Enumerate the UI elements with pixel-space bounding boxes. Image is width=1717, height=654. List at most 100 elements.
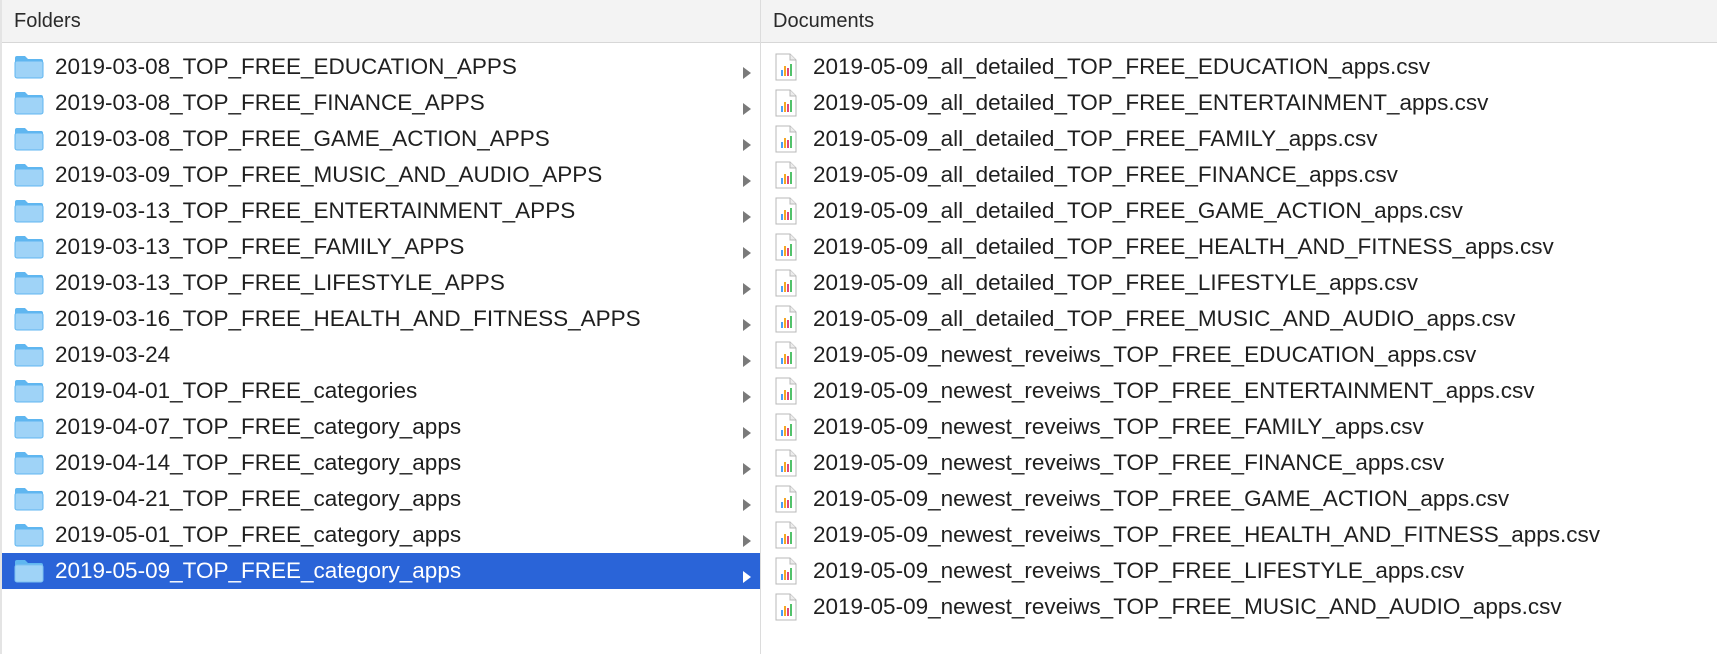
document-label: 2019-05-09_newest_reveiws_TOP_FREE_GAME_… [813, 486, 1510, 511]
csv-document-icon [775, 53, 797, 81]
document-row[interactable]: 2019-05-09_newest_reveiws_TOP_FREE_MUSIC… [761, 589, 1717, 625]
folder-icon [14, 199, 44, 223]
folder-label: 2019-03-08_TOP_FREE_FINANCE_APPS [55, 90, 485, 115]
document-row[interactable]: 2019-05-09_all_detailed_TOP_FREE_GAME_AC… [761, 193, 1717, 229]
folder-row[interactable]: 2019-04-14_TOP_FREE_category_apps [2, 445, 760, 481]
folder-row[interactable]: 2019-03-08_TOP_FREE_GAME_ACTION_APPS [2, 121, 760, 157]
csv-document-icon [775, 305, 797, 333]
csv-document-icon [775, 125, 797, 153]
folder-label: 2019-03-13_TOP_FREE_ENTERTAINMENT_APPS [55, 198, 576, 223]
folder-row[interactable]: 2019-03-24 [2, 337, 760, 373]
chevron-right-icon [742, 240, 752, 259]
chevron-right-icon [742, 456, 752, 475]
chevron-right-icon [742, 168, 752, 187]
document-label: 2019-05-09_all_detailed_TOP_FREE_MUSIC_A… [813, 306, 1516, 331]
document-row[interactable]: 2019-05-09_newest_reveiws_TOP_FREE_HEALT… [761, 517, 1717, 553]
chevron-right-icon [742, 348, 752, 367]
folder-label: 2019-03-08_TOP_FREE_GAME_ACTION_APPS [55, 126, 550, 151]
document-label: 2019-05-09_all_detailed_TOP_FREE_FAMILY_… [813, 126, 1378, 151]
folder-row[interactable]: 2019-03-13_TOP_FREE_LIFESTYLE_APPS [2, 265, 760, 301]
file-browser-window: Folders 2019-03-08_TOP_FREE_EDUCATION_AP… [0, 0, 1717, 654]
folder-row[interactable]: 2019-03-13_TOP_FREE_FAMILY_APPS [2, 229, 760, 265]
column-panes: Folders 2019-03-08_TOP_FREE_EDUCATION_AP… [0, 0, 1717, 654]
folder-icon [14, 271, 44, 295]
folder-row[interactable]: 2019-03-09_TOP_FREE_MUSIC_AND_AUDIO_APPS [2, 157, 760, 193]
document-row[interactable]: 2019-05-09_newest_reveiws_TOP_FREE_FINAN… [761, 445, 1717, 481]
folder-label: 2019-03-16_TOP_FREE_HEALTH_AND_FITNESS_A… [55, 306, 641, 331]
chevron-right-icon [742, 528, 752, 547]
folder-row[interactable]: 2019-03-08_TOP_FREE_FINANCE_APPS [2, 85, 760, 121]
csv-document-icon [775, 161, 797, 189]
csv-document-icon [775, 413, 797, 441]
folder-label: 2019-04-14_TOP_FREE_category_apps [55, 450, 462, 475]
folder-icon [14, 235, 44, 259]
folder-row[interactable]: 2019-03-13_TOP_FREE_ENTERTAINMENT_APPS [2, 193, 760, 229]
document-label: 2019-05-09_newest_reveiws_TOP_FREE_FINAN… [813, 450, 1445, 475]
folder-row[interactable]: 2019-03-08_TOP_FREE_EDUCATION_APPS [2, 49, 760, 85]
folder-label: 2019-05-09_TOP_FREE_category_apps [55, 558, 462, 583]
folder-label: 2019-03-09_TOP_FREE_MUSIC_AND_AUDIO_APPS [55, 162, 603, 187]
document-row[interactable]: 2019-05-09_newest_reveiws_TOP_FREE_GAME_… [761, 481, 1717, 517]
csv-document-icon [775, 341, 797, 369]
document-row[interactable]: 2019-05-09_all_detailed_TOP_FREE_EDUCATI… [761, 49, 1717, 85]
folder-label: 2019-04-21_TOP_FREE_category_apps [55, 486, 462, 511]
chevron-right-icon [742, 384, 752, 403]
document-label: 2019-05-09_all_detailed_TOP_FREE_GAME_AC… [813, 198, 1463, 223]
document-label: 2019-05-09_newest_reveiws_TOP_FREE_MUSIC… [813, 594, 1562, 619]
folder-icon [14, 343, 44, 367]
folder-label: 2019-03-24 [55, 342, 171, 367]
folder-row-selected[interactable]: 2019-05-09_TOP_FREE_category_apps [2, 553, 760, 589]
folder-row[interactable]: 2019-05-01_TOP_FREE_category_apps [2, 517, 760, 553]
documents-header-label: Documents [773, 9, 875, 32]
chevron-right-icon [742, 276, 752, 295]
document-row[interactable]: 2019-05-09_newest_reveiws_TOP_FREE_FAMIL… [761, 409, 1717, 445]
document-label: 2019-05-09_newest_reveiws_TOP_FREE_ENTER… [813, 378, 1535, 403]
document-label: 2019-05-09_all_detailed_TOP_FREE_ENTERTA… [813, 90, 1489, 115]
document-row[interactable]: 2019-05-09_all_detailed_TOP_FREE_FAMILY_… [761, 121, 1717, 157]
folder-icon [14, 523, 44, 547]
csv-document-icon [775, 89, 797, 117]
folder-icon [14, 127, 44, 151]
document-label: 2019-05-09_all_detailed_TOP_FREE_EDUCATI… [813, 54, 1430, 79]
document-label: 2019-05-09_newest_reveiws_TOP_FREE_LIFES… [813, 558, 1465, 583]
folder-icon [14, 163, 44, 187]
folder-icon [14, 55, 44, 79]
document-row[interactable]: 2019-05-09_all_detailed_TOP_FREE_HEALTH_… [761, 229, 1717, 265]
csv-document-icon [775, 485, 797, 513]
csv-document-icon [775, 269, 797, 297]
document-label: 2019-05-09_all_detailed_TOP_FREE_HEALTH_… [813, 234, 1554, 259]
folder-row[interactable]: 2019-03-16_TOP_FREE_HEALTH_AND_FITNESS_A… [2, 301, 760, 337]
chevron-right-icon [742, 132, 752, 151]
csv-document-icon [775, 521, 797, 549]
csv-document-icon [775, 557, 797, 585]
chevron-right-icon [742, 60, 752, 79]
document-row[interactable]: 2019-05-09_all_detailed_TOP_FREE_ENTERTA… [761, 85, 1717, 121]
csv-document-icon [775, 197, 797, 225]
chevron-right-icon [742, 420, 752, 439]
csv-document-icon [775, 377, 797, 405]
folder-icon [14, 487, 44, 511]
document-row[interactable]: 2019-05-09_all_detailed_TOP_FREE_LIFESTY… [761, 265, 1717, 301]
document-label: 2019-05-09_newest_reveiws_TOP_FREE_EDUCA… [813, 342, 1477, 367]
folders-pane: Folders 2019-03-08_TOP_FREE_EDUCATION_AP… [0, 0, 761, 654]
folder-icon [14, 379, 44, 403]
chevron-right-icon [742, 204, 752, 223]
documents-pane-header: Documents [761, 0, 1717, 43]
folder-label: 2019-04-01_TOP_FREE_categories [55, 378, 418, 403]
document-list: 2019-05-09_all_detailed_TOP_FREE_EDUCATI… [761, 43, 1717, 625]
document-row[interactable]: 2019-05-09_all_detailed_TOP_FREE_FINANCE… [761, 157, 1717, 193]
folders-pane-header: Folders [2, 0, 760, 43]
document-row[interactable]: 2019-05-09_newest_reveiws_TOP_FREE_EDUCA… [761, 337, 1717, 373]
document-row[interactable]: 2019-05-09_all_detailed_TOP_FREE_MUSIC_A… [761, 301, 1717, 337]
folder-row[interactable]: 2019-04-07_TOP_FREE_category_apps [2, 409, 760, 445]
folder-row[interactable]: 2019-04-21_TOP_FREE_category_apps [2, 481, 760, 517]
document-label: 2019-05-09_all_detailed_TOP_FREE_LIFESTY… [813, 270, 1418, 295]
folder-label: 2019-03-08_TOP_FREE_EDUCATION_APPS [55, 54, 517, 79]
csv-document-icon [775, 449, 797, 477]
document-row[interactable]: 2019-05-09_newest_reveiws_TOP_FREE_LIFES… [761, 553, 1717, 589]
folder-row[interactable]: 2019-04-01_TOP_FREE_categories [2, 373, 760, 409]
csv-document-icon [775, 233, 797, 261]
document-row[interactable]: 2019-05-09_newest_reveiws_TOP_FREE_ENTER… [761, 373, 1717, 409]
folder-label: 2019-03-13_TOP_FREE_FAMILY_APPS [55, 234, 465, 259]
folder-icon [14, 559, 44, 583]
